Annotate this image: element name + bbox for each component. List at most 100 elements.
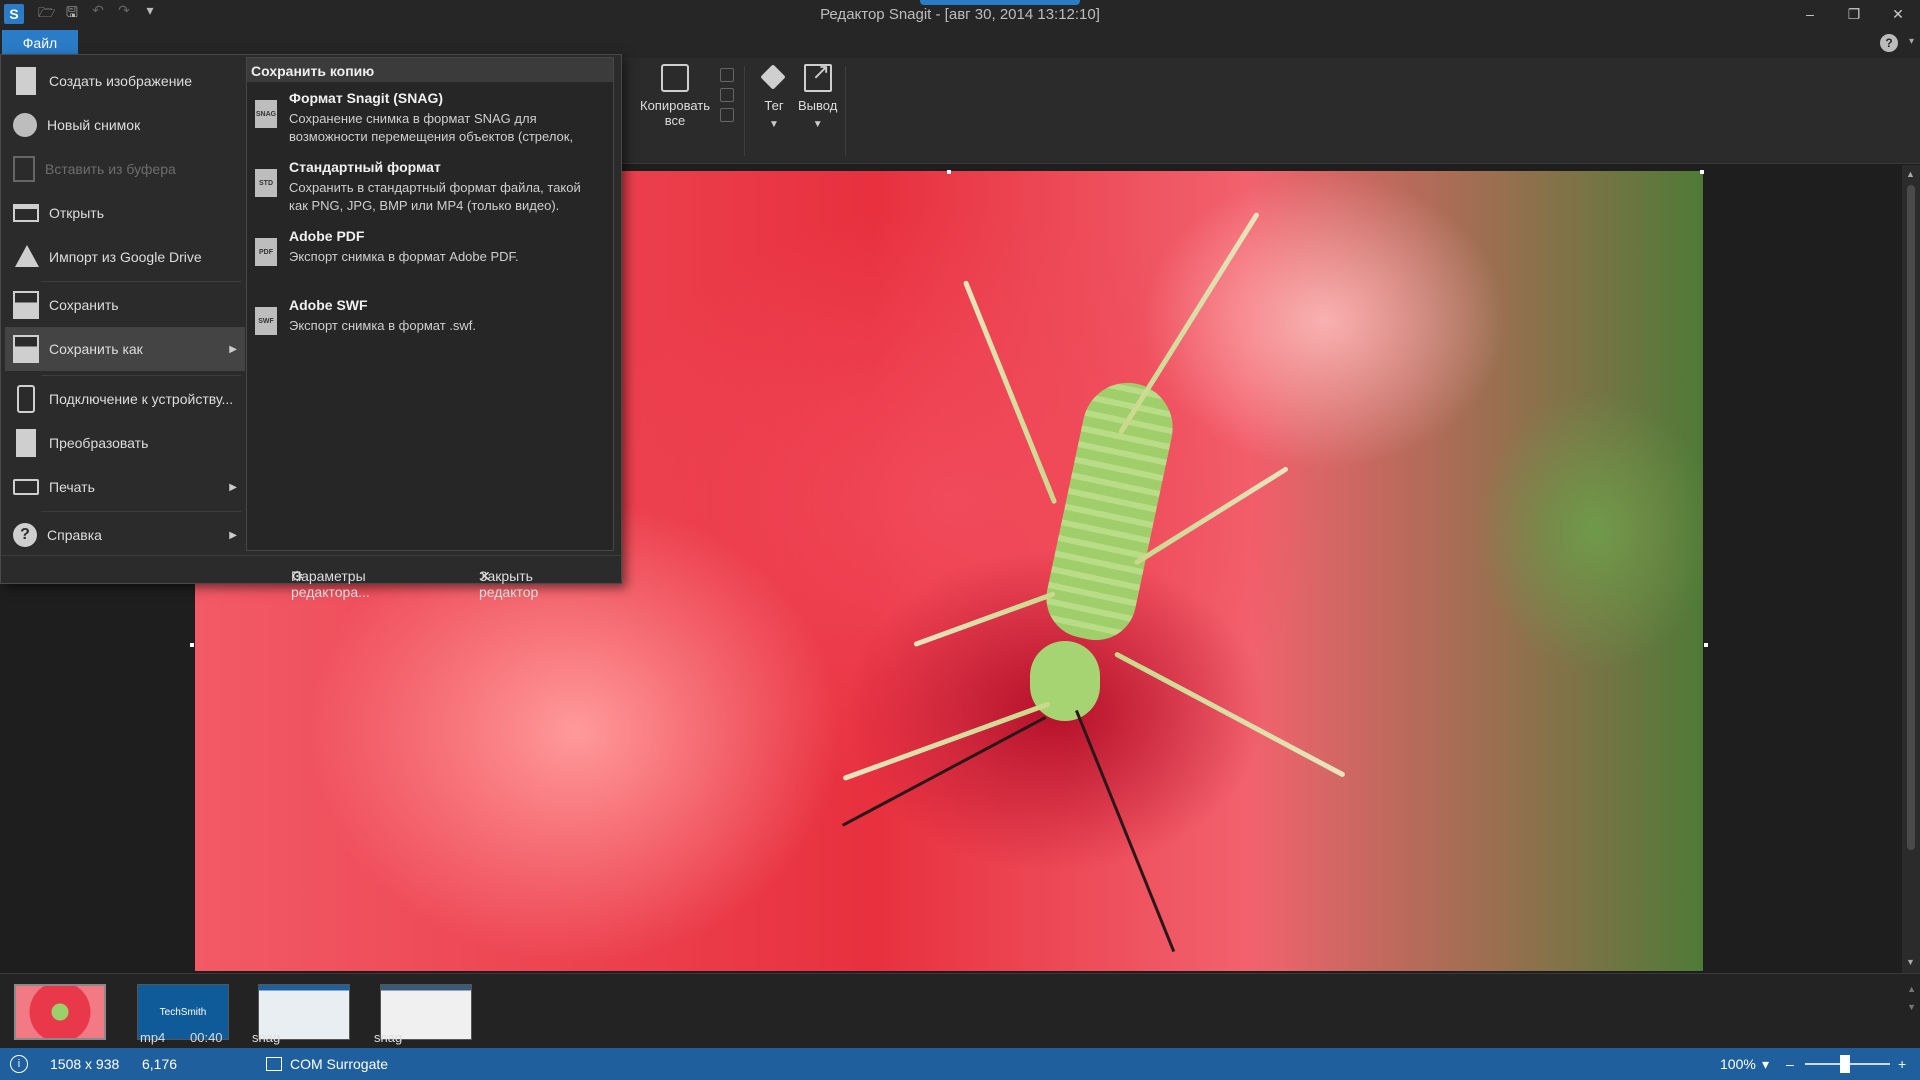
save-icon[interactable]: 🖫	[64, 2, 80, 26]
scrollbar-thumb[interactable]	[1907, 185, 1915, 850]
menu-item-create-image[interactable]: Создать изображение	[5, 61, 245, 101]
tag-icon	[760, 64, 788, 92]
snagit-logo-icon[interactable]: S	[4, 4, 24, 24]
output-button[interactable]: Вывод ▼	[798, 64, 837, 132]
resize-handle[interactable]	[1704, 643, 1708, 647]
standard-file-icon: STD	[255, 169, 277, 197]
menu-item-label: Преобразовать	[49, 435, 149, 451]
menu-separator	[41, 511, 241, 512]
submenu-item-adobe-swf[interactable]: SWF Adobe SWF Экспорт снимка в формат .s…	[247, 293, 613, 361]
zoom-dropdown-icon[interactable]: ▾	[1762, 1056, 1769, 1073]
restore-button[interactable]: ❐	[1832, 0, 1876, 28]
help-icon: ?	[13, 523, 37, 547]
editor-settings-label: Параметры редактора...	[291, 568, 370, 600]
resize-handle[interactable]	[1700, 170, 1704, 174]
thumbnail-type-label: snag	[252, 1030, 281, 1045]
menu-item-save[interactable]: Сохранить	[5, 285, 245, 325]
submenu-arrow-icon: ▶	[229, 481, 237, 493]
minimize-button[interactable]: –	[1788, 0, 1832, 28]
quick-access-toolbar: 🗁 🖫 ↶ ↷ ▾	[38, 2, 158, 26]
menu-item-label: Справка	[47, 527, 102, 543]
zoom-out-button[interactable]: –	[1786, 1056, 1794, 1072]
menu-item-label: Вставить из буфера	[45, 161, 176, 177]
undo-icon[interactable]: ↶	[90, 2, 106, 26]
open-icon[interactable]: 🗁	[38, 2, 55, 26]
save-as-submenu: Сохранить копию SNAG Формат Snagit (SNAG…	[246, 57, 614, 551]
menu-item-label: Сохранить как	[49, 341, 143, 357]
menu-item-label: Подключение к устройству...	[49, 391, 234, 407]
help-dropdown-icon[interactable]: ▾	[1909, 36, 1914, 47]
file-tab[interactable]: Файл	[2, 30, 78, 56]
submenu-item-description: Экспорт снимка в формат Adobe PDF.	[289, 249, 519, 264]
menu-item-new-capture[interactable]: Новый снимок	[5, 105, 245, 145]
file-menu-footer: ⚙ Параметры редактора... ✕ Закрыть редак…	[1, 555, 621, 600]
cursor-coordinates: 6,176	[142, 1056, 178, 1072]
submenu-item-standard-format[interactable]: STD Стандартный формат Сохранить в станд…	[247, 155, 613, 223]
swf-file-icon: SWF	[255, 307, 277, 335]
menu-item-connect-device[interactable]: Подключение к устройству...	[5, 379, 245, 419]
window-controls: – ❐ ✕	[1788, 0, 1920, 28]
close-editor-label: Закрыть редактор	[479, 568, 539, 600]
snag-file-icon: SNAG	[255, 100, 277, 128]
zoom-level[interactable]: 100%	[1720, 1056, 1756, 1072]
capture-tray: TechSmith mp4 00:40 snag snag ▲ ▼	[0, 973, 1920, 1048]
printer-icon	[13, 479, 39, 495]
cut-icon[interactable]	[720, 68, 734, 82]
ribbon-separator	[845, 66, 846, 156]
submenu-item-snag-format[interactable]: SNAG Формат Snagit (SNAG) Сохранение сни…	[247, 86, 613, 154]
menu-item-import-google-drive[interactable]: Импорт из Google Drive	[5, 237, 245, 277]
file-menu-list: Создать изображение Новый снимок Вставит…	[1, 55, 245, 553]
scroll-up-icon[interactable]: ▲	[1906, 169, 1915, 179]
menu-item-label: Импорт из Google Drive	[49, 249, 202, 265]
submenu-item-adobe-pdf[interactable]: PDF Adobe PDF Экспорт снимка в формат Ad…	[247, 224, 613, 292]
menu-item-open[interactable]: Открыть	[5, 193, 245, 233]
menu-item-label: Печать	[49, 479, 95, 495]
info-icon[interactable]: i	[10, 1055, 28, 1073]
menu-item-print[interactable]: Печать ▶	[5, 467, 245, 507]
file-menu: Создать изображение Новый снимок Вставит…	[0, 54, 622, 600]
zoom-in-button[interactable]: +	[1898, 1056, 1906, 1072]
submenu-item-title: Adobe SWF	[289, 297, 368, 313]
ribbon-separator	[744, 66, 745, 156]
scroll-down-icon[interactable]: ▼	[1906, 957, 1915, 967]
grasshopper-leg	[913, 591, 1056, 648]
close-button[interactable]: ✕	[1876, 0, 1920, 28]
submenu-arrow-icon: ▶	[229, 343, 237, 355]
help-icon[interactable]: ?	[1880, 34, 1898, 52]
output-dropdown-icon[interactable]: ▼	[813, 117, 823, 132]
grasshopper-antenna	[1075, 709, 1176, 953]
tray-scroll-down-icon[interactable]: ▼	[1907, 998, 1916, 1016]
status-bar: i 1508 x 938 6,176 COM Surrogate 100% ▾ …	[0, 1048, 1920, 1080]
redo-icon[interactable]: ↷	[116, 2, 132, 26]
grasshopper-antenna	[841, 716, 1047, 827]
tag-button[interactable]: Тег ▼	[760, 64, 788, 132]
copy-all-label: Копировать все	[640, 98, 710, 128]
tray-thumbnail[interactable]	[14, 984, 106, 1040]
resize-handle[interactable]	[947, 170, 951, 174]
submenu-header: Сохранить копию	[247, 58, 613, 82]
menu-item-convert[interactable]: Преобразовать	[5, 423, 245, 463]
customize-toolbar-icon[interactable]: ▾	[142, 2, 158, 26]
menu-item-save-as[interactable]: Сохранить как ▶	[5, 327, 245, 371]
tray-scroll-up-icon[interactable]: ▲	[1907, 980, 1916, 998]
capture-circle-icon	[13, 113, 37, 137]
tray-scroll-controls[interactable]: ▲ ▼	[1907, 980, 1916, 1016]
tag-dropdown-icon[interactable]: ▼	[769, 117, 779, 132]
menu-item-help[interactable]: ? Справка ▶	[5, 515, 245, 555]
vertical-scrollbar[interactable]: ▲ ▼	[1902, 165, 1920, 973]
grasshopper-leg	[1113, 651, 1346, 778]
resize-handle[interactable]	[190, 643, 194, 647]
zoom-slider-thumb[interactable]	[1840, 1055, 1850, 1073]
paste-icon[interactable]	[720, 108, 734, 122]
menu-separator	[41, 281, 241, 282]
grasshopper-body	[1038, 374, 1182, 648]
window-icon	[266, 1057, 282, 1071]
copy-icon[interactable]	[720, 88, 734, 102]
com-surrogate-label: COM Surrogate	[290, 1056, 389, 1072]
image-dimensions: 1508 x 938	[50, 1056, 120, 1072]
grasshopper-leg	[1117, 211, 1260, 435]
save-icon	[13, 291, 39, 319]
output-label: Вывод	[798, 98, 838, 113]
copy-all-button[interactable]: Копировать все	[640, 64, 710, 128]
convert-icon	[16, 429, 36, 457]
